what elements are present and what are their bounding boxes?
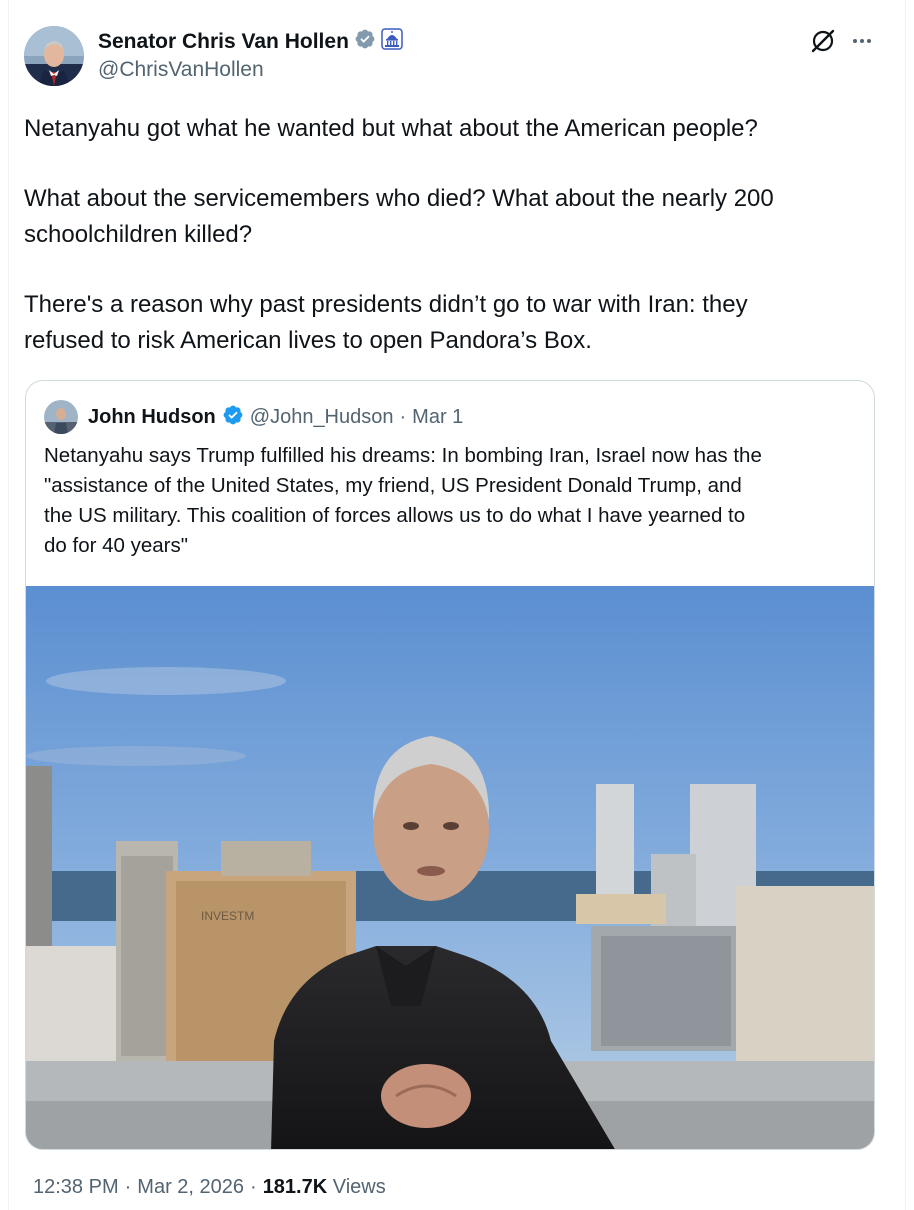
building-sign: INVESTM <box>201 909 254 923</box>
capitol-icon <box>381 28 403 55</box>
quoted-tweet-photo[interactable]: INVESTM <box>26 586 874 1149</box>
tweet-line: There's a reason why past presidents did… <box>24 291 748 318</box>
quoted-author-handle[interactable]: @John_Hudson <box>250 406 394 429</box>
quoted-author-name[interactable]: John Hudson <box>88 406 216 429</box>
tweet-line: Netanyahu got what he wanted but what ab… <box>24 115 758 142</box>
tweet-line: What about the servicemembers who died? … <box>24 185 774 212</box>
tweet-line: schoolchildren killed? <box>24 221 253 248</box>
quoted-date[interactable]: Mar 1 <box>412 406 463 429</box>
author-name[interactable]: Senator Chris Van Hollen <box>98 30 349 54</box>
quoted-tweet[interactable]: John Hudson @John_Hudson · Mar 1 Netanya… <box>25 380 875 1150</box>
grok-icon[interactable] <box>810 28 836 59</box>
views-count: 181.7K <box>262 1176 328 1198</box>
views-stat[interactable]: 181.7K Views <box>263 1176 386 1199</box>
quoted-author-avatar[interactable] <box>44 400 78 434</box>
tweet-date[interactable]: Mar 2, 2026 <box>137 1176 244 1199</box>
quoted-line: "assistance of the United States, my fri… <box>44 474 742 497</box>
more-icon[interactable] <box>850 29 874 58</box>
verified-badge-icon <box>354 28 376 55</box>
meta-separator: · <box>250 1176 257 1198</box>
tweet-time[interactable]: 12:38 PM <box>33 1176 119 1199</box>
quoted-tweet-text: Netanyahu says Trump fulfilled his dream… <box>44 441 859 561</box>
quoted-line: the US military. This coalition of force… <box>44 504 746 527</box>
quoted-line: do for 40 years" <box>44 534 189 557</box>
quoted-tweet-header: John Hudson @John_Hudson · Mar 1 <box>44 399 463 435</box>
author-handle[interactable]: @ChrisVanHollen <box>98 58 264 82</box>
tweet-text: Netanyahu got what he wanted but what ab… <box>24 111 874 359</box>
author-avatar[interactable] <box>24 26 84 86</box>
header-actions <box>810 28 874 59</box>
quoted-line: Netanyahu says Trump fulfilled his dream… <box>44 444 762 467</box>
tweet-line: refused to risk American lives to open P… <box>24 327 592 354</box>
author-name-row: Senator Chris Van Hollen <box>98 28 403 55</box>
quoted-separator: · <box>399 405 407 428</box>
views-label: Views <box>332 1176 386 1198</box>
verified-badge-icon <box>222 404 244 431</box>
tweet-meta: 12:38 PM · Mar 2, 2026 · 181.7K Views <box>33 1176 386 1199</box>
tweet-header: Senator Chris Van Hollen @ChrisVanHollen <box>24 24 874 88</box>
meta-separator: · <box>124 1176 132 1198</box>
